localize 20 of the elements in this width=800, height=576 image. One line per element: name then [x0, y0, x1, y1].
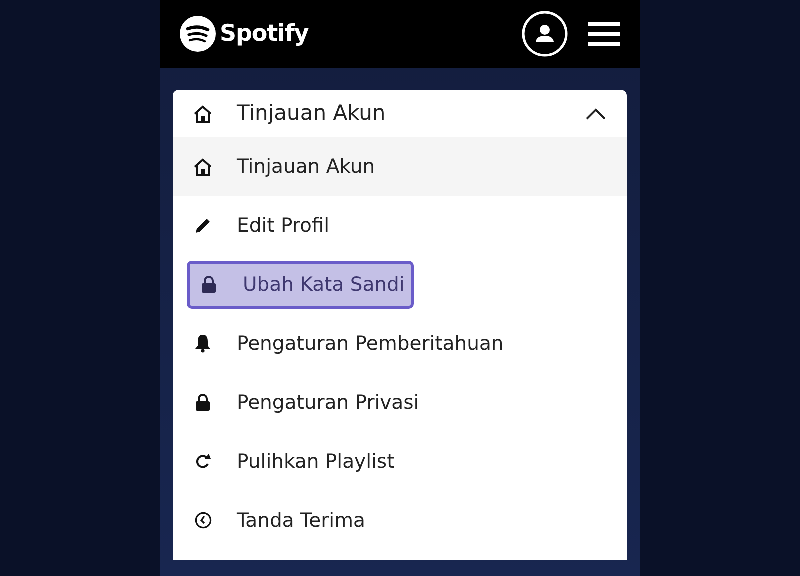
spotify-logo-icon: [180, 16, 216, 52]
refresh-icon: [194, 454, 212, 470]
menu-item[interactable]: Pengaturan Privasi: [187, 378, 426, 426]
lock-icon: [202, 276, 216, 293]
user-icon[interactable]: [522, 11, 568, 57]
menu-item[interactable]: Tanda Terima: [187, 496, 372, 544]
menu-item[interactable]: Pengaturan Pemberitahuan: [187, 320, 510, 368]
pencil-icon: [194, 216, 212, 234]
menu-item[interactable]: Ubah Kata Sandi: [187, 260, 414, 308]
menu-icon[interactable]: [588, 21, 620, 47]
menu-item[interactable]: Pulihkan Playlist: [187, 438, 401, 486]
lock-icon: [196, 394, 210, 411]
dropdown-header[interactable]: Tinjauan Akun: [173, 90, 627, 137]
bell-icon: [194, 334, 212, 353]
menu-item[interactable]: Edit Profil: [187, 202, 336, 250]
home-icon: [193, 104, 213, 122]
logo-text[interactable]: Spotify: [220, 16, 309, 52]
home-icon: [193, 158, 213, 176]
dropdown-title: Tinjauan Akun: [237, 100, 387, 127]
clock-icon: [194, 512, 212, 529]
